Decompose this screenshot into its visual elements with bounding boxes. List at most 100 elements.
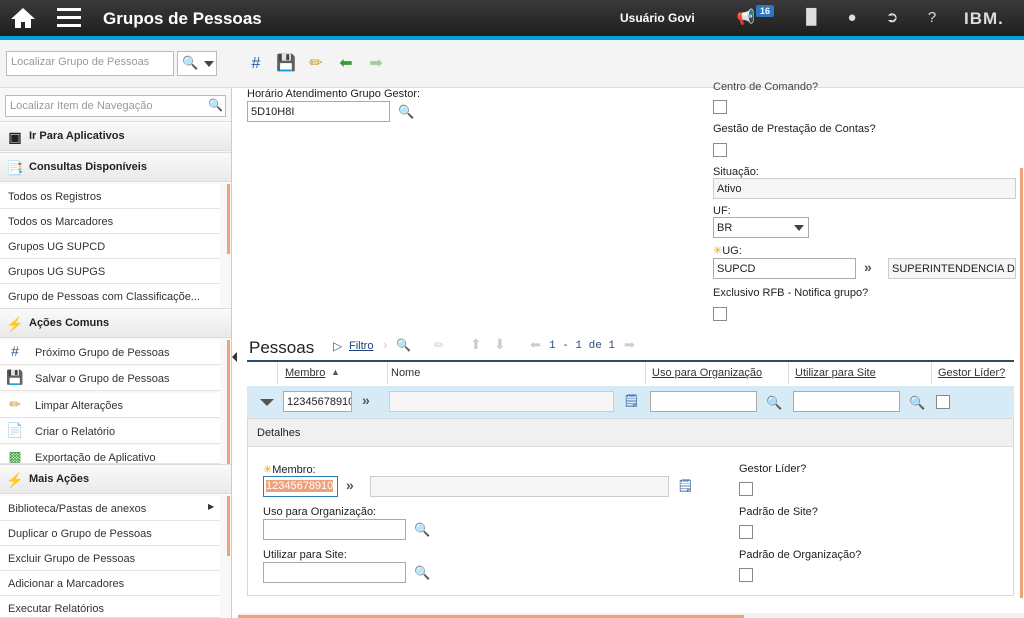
col-membro[interactable]: Membro: [285, 367, 325, 379]
action-report[interactable]: 📄 Criar o Relatório: [0, 419, 220, 444]
details-title: Detalhes: [248, 419, 1013, 447]
search-icon[interactable]: 🔍: [414, 522, 430, 538]
query-item[interactable]: Grupo de Pessoas com Classificaçõe...: [0, 284, 220, 309]
detail-menu-icon[interactable]: »: [362, 392, 370, 408]
col-nome: Nome: [391, 367, 421, 379]
up-arrow-icon: ⬆: [470, 336, 482, 352]
search-icon[interactable]: 🔍: [766, 395, 782, 411]
filter-link[interactable]: Filtro: [349, 340, 373, 352]
section-common[interactable]: ⚡ Ações Comuns: [0, 308, 231, 338]
gestor-label: Gestor Líder?: [739, 463, 807, 475]
back-arrow-icon[interactable]: ⬅: [335, 53, 357, 75]
search-icon[interactable]: 🔍: [398, 104, 414, 120]
gestao-checkbox[interactable]: [713, 143, 727, 157]
col-site[interactable]: Utilizar para Site: [795, 367, 876, 379]
lookup-icon[interactable]: 🗒: [677, 478, 694, 494]
uso-org-label: Uso para Organização:: [263, 506, 377, 518]
ug-field[interactable]: SUPCD: [713, 258, 856, 279]
toolbar: Localizar Grupo de Pessoas 🔍 # 💾 ✏ ⬅ ➡: [0, 40, 1024, 88]
clear-icon[interactable]: ✏: [305, 53, 327, 75]
exclusivo-checkbox[interactable]: [713, 307, 727, 321]
chevron-down-icon[interactable]: [794, 225, 804, 231]
top-bar: Grupos de Pessoas Usuário Govi 📢 16 ▉ ● …: [0, 0, 1024, 40]
down-arrow-icon: ⬇: [494, 336, 506, 352]
search-icon[interactable]: 🔍: [414, 565, 430, 581]
table-row[interactable]: 12345678910 » 🗒 🔍 🔍: [247, 386, 1014, 418]
user-name[interactable]: Usuário Govi: [620, 11, 695, 25]
horario-field[interactable]: 5D10H8I: [247, 101, 390, 122]
more-item[interactable]: Adicionar a Marcadores: [0, 571, 220, 596]
padrao-site-label: Padrão de Site?: [739, 506, 818, 518]
home-icon[interactable]: [10, 7, 36, 29]
chevron-down-icon: [204, 61, 214, 67]
site-label: Utilizar para Site:: [263, 549, 347, 561]
chevron-right-icon: ›: [383, 337, 388, 352]
more-item[interactable]: Executar Relatórios: [0, 596, 220, 618]
row-gestor-checkbox[interactable]: [936, 395, 950, 409]
situacao-label: Situação:: [713, 166, 759, 178]
detail-site-field[interactable]: [263, 562, 406, 583]
chevron-down-icon[interactable]: [260, 399, 274, 406]
action-clear[interactable]: ✏ Limpar Alterações: [0, 393, 220, 418]
lightning-icon: ⚡: [6, 316, 24, 332]
section-queries[interactable]: 📑 Consultas Disponíveis: [0, 152, 231, 182]
more-item[interactable]: Excluir Grupo de Pessoas: [0, 546, 220, 571]
centro-checkbox[interactable]: [713, 100, 727, 114]
row-site-field[interactable]: [793, 391, 900, 412]
query-item[interactable]: Grupos UG SUPGS: [0, 259, 220, 284]
save-icon[interactable]: 💾: [275, 53, 297, 75]
scroll-indicator[interactable]: [227, 496, 230, 556]
next-page-icon: ➡: [624, 337, 635, 352]
action-next-group[interactable]: # Próximo Grupo de Pessoas: [0, 340, 220, 365]
menu-icon[interactable]: [57, 8, 81, 28]
query-icon: 📑: [6, 160, 24, 176]
query-item[interactable]: Todos os Registros: [0, 184, 220, 209]
nav-search-input[interactable]: Localizar Item de Navegação: [5, 95, 226, 117]
logout-icon[interactable]: ➲: [882, 8, 902, 28]
detail-membro-field[interactable]: 12345678910: [263, 476, 338, 497]
section-more[interactable]: ⚡ Mais Ações: [0, 464, 231, 494]
megaphone-icon[interactable]: 📢: [736, 8, 756, 28]
detail-menu-icon[interactable]: »: [864, 259, 872, 275]
section-apps[interactable]: ▣ Ir Para Aplicativos: [0, 121, 231, 151]
notification-badge[interactable]: 16: [756, 5, 775, 17]
padrao-site-checkbox[interactable]: [739, 525, 753, 539]
scroll-indicator[interactable]: [227, 184, 230, 254]
lookup-icon[interactable]: 🗒: [623, 393, 640, 409]
user-icon[interactable]: ●: [842, 8, 862, 28]
lightning-icon: ⚡: [6, 472, 24, 488]
search-icon[interactable]: 🔍: [208, 98, 223, 112]
search-group-input[interactable]: Localizar Grupo de Pessoas: [6, 51, 174, 76]
sort-icon[interactable]: ▲: [331, 367, 340, 377]
filter-toggle-icon[interactable]: ▷: [333, 339, 342, 353]
situacao-field: Ativo: [713, 178, 1016, 199]
scroll-indicator[interactable]: [227, 340, 230, 464]
padrao-org-checkbox[interactable]: [739, 568, 753, 582]
more-item[interactable]: Biblioteca/Pastas de anexos ▶: [0, 496, 220, 521]
action-export[interactable]: ▩ Exportação de Aplicativo: [0, 445, 220, 464]
query-item[interactable]: Grupos UG SUPCD: [0, 234, 220, 259]
main-content: Horário Atendimento Grupo Gestor: 5D10H8…: [238, 81, 1024, 618]
query-item[interactable]: Todos os Marcadores: [0, 209, 220, 234]
gestor-checkbox[interactable]: [739, 482, 753, 496]
detail-uso-org-field[interactable]: [263, 519, 406, 540]
forward-arrow-icon[interactable]: ➡: [365, 53, 387, 75]
search-icon[interactable]: 🔍: [909, 395, 925, 411]
help-icon[interactable]: ?: [922, 8, 942, 28]
detail-menu-icon[interactable]: »: [346, 477, 354, 493]
col-uso-org[interactable]: Uso para Organização: [652, 367, 762, 379]
uf-label: UF:: [713, 205, 731, 217]
report-icon: 📄: [6, 422, 24, 438]
new-record-icon[interactable]: #: [245, 53, 267, 75]
col-divider: [387, 362, 388, 384]
action-save-group[interactable]: 💾 Salvar o Grupo de Pessoas: [0, 366, 220, 391]
chart-icon[interactable]: ▉: [802, 8, 822, 28]
col-gestor[interactable]: Gestor Líder?: [938, 367, 1005, 379]
more-item[interactable]: Duplicar o Grupo de Pessoas: [0, 521, 220, 546]
row-uso-org-field[interactable]: [650, 391, 757, 412]
vertical-scroll-thumb[interactable]: [1020, 168, 1023, 598]
search-button[interactable]: 🔍: [177, 51, 217, 76]
collapse-sidebar-icon[interactable]: [232, 352, 237, 362]
row-membro-field[interactable]: 12345678910: [283, 391, 352, 412]
pessoas-title: Pessoas: [249, 338, 315, 357]
